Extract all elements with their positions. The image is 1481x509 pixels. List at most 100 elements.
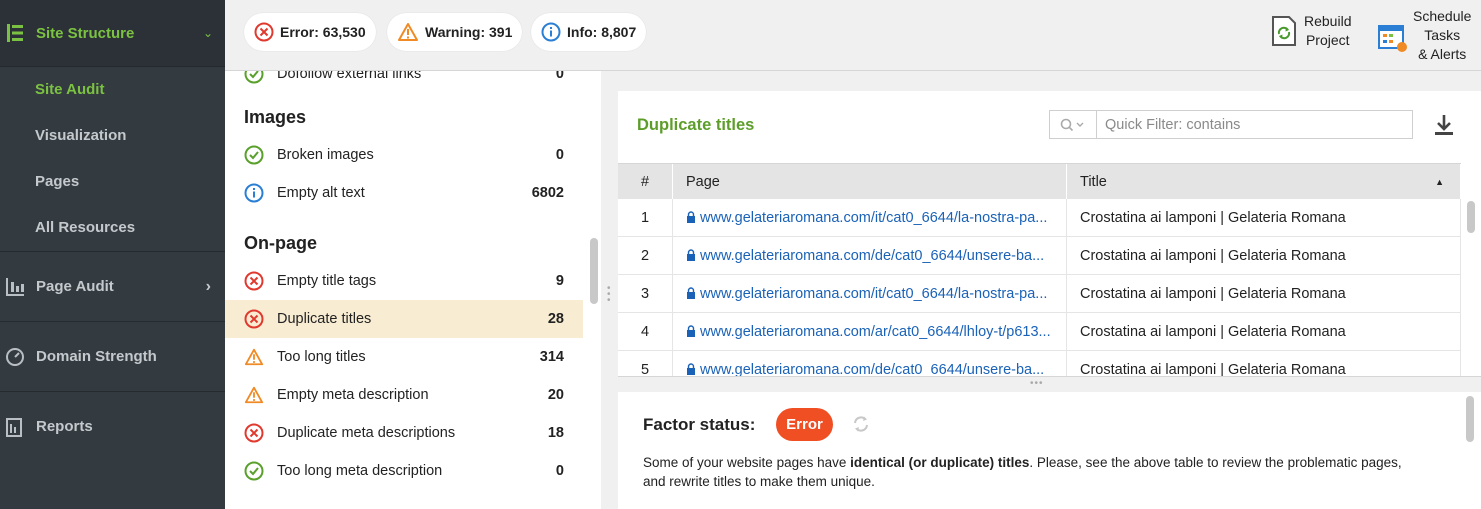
lock-icon <box>687 249 695 261</box>
sidebar-item-pages[interactable]: Pages <box>0 159 225 205</box>
factor-row-duplicate-titles[interactable]: Duplicate titles 28 <box>225 300 583 338</box>
factor-count: 28 <box>547 311 564 327</box>
page-url: www.gelateriaromana.com/it/cat0_6644/la-… <box>700 286 1048 302</box>
table-header: # Page Title ▲ <box>618 163 1461 200</box>
cell-page-link[interactable]: www.gelateriaromana.com/ar/cat0_6644/lhl… <box>673 313 1067 351</box>
cell-title: Crostatina ai lamponi | Gelateria Romana <box>1067 237 1461 275</box>
reports-icon <box>4 416 26 438</box>
factor-row-empty-alt-text[interactable]: Empty alt text 6802 <box>225 174 583 212</box>
cell-title: Crostatina ai lamponi | Gelateria Romana <box>1067 313 1461 351</box>
factor-row-too-long-meta-description[interactable]: Too long meta description 0 <box>225 452 583 490</box>
schedule-tasks-alerts-button[interactable]: Schedule Tasks & Alerts <box>1377 7 1471 64</box>
rebuild-label-line1: Rebuild <box>1304 13 1352 29</box>
schedule-label-line1: Schedule <box>1413 8 1472 24</box>
warning-triangle-icon <box>398 23 418 41</box>
factor-row-partial[interactable]: Dofollow external links 0 <box>225 71 583 93</box>
factor-status-label: Factor status: <box>643 415 756 434</box>
sidebar-item-reports[interactable]: Reports <box>0 391 225 461</box>
horizontal-splitter[interactable] <box>618 376 1481 392</box>
cell-title: Crostatina ai lamponi | Gelateria Romana <box>1067 199 1461 237</box>
factor-scroll-thumb[interactable] <box>1466 396 1474 442</box>
factor-row-empty-meta-description[interactable]: Empty meta description 20 <box>225 376 583 414</box>
desc-bold-text: identical (or duplicate) titles <box>850 455 1030 470</box>
quick-filter-input[interactable] <box>1097 111 1412 138</box>
page-url: www.gelateriaromana.com/de/cat0_6644/uns… <box>700 248 1045 264</box>
sidebar-header-label: Site Structure <box>36 24 135 42</box>
sidebar-item-domain-strength[interactable]: Domain Strength <box>0 321 225 391</box>
cell-title: Crostatina ai lamponi | Gelateria Romana <box>1067 275 1461 313</box>
column-header-page[interactable]: Page <box>673 164 1067 200</box>
info-count-badge[interactable]: Info: 8,807 <box>531 13 647 51</box>
desc-text: Some of your website pages have <box>643 455 851 470</box>
factor-count: 18 <box>547 425 564 441</box>
download-icon[interactable] <box>1432 113 1456 140</box>
factor-description: Some of your website pages have identica… <box>643 453 1423 491</box>
x-circle-icon <box>244 309 264 329</box>
warning-triangle-icon <box>244 385 264 405</box>
factor-count: 9 <box>555 273 564 289</box>
rebuild-icon <box>1272 16 1296 46</box>
factor-count: 6802 <box>531 185 564 201</box>
factor-label: Too long titles <box>277 349 366 365</box>
column-header-title-label: Title <box>1080 174 1107 190</box>
cell-title: Crostatina ai lamponi | Gelateria Romana <box>1067 351 1461 376</box>
factor-label: Duplicate meta descriptions <box>277 425 456 441</box>
info-circle-icon <box>541 22 561 42</box>
lock-icon <box>687 287 695 299</box>
column-header-title[interactable]: Title ▲ <box>1067 164 1461 200</box>
warning-count-badge[interactable]: Warning: 391 <box>387 13 523 51</box>
table-body: 1 www.gelateriaromana.com/it/cat0_6644/l… <box>618 199 1461 376</box>
cell-number: 4 <box>618 313 673 351</box>
factor-label: Empty alt text <box>277 185 365 201</box>
schedule-label-line2: Tasks <box>1424 27 1461 43</box>
factor-list-panel: Dofollow external links 0 Images Broken … <box>225 71 601 509</box>
table-row[interactable]: 3 www.gelateriaromana.com/it/cat0_6644/l… <box>618 275 1461 313</box>
detail-panel: Duplicate titles # Page Title ▲ 1 www.ge… <box>618 91 1481 376</box>
rebuild-project-button[interactable]: Rebuild Project <box>1270 12 1351 50</box>
cell-number: 5 <box>618 351 673 376</box>
table-row[interactable]: 1 www.gelateriaromana.com/it/cat0_6644/l… <box>618 199 1461 237</box>
x-circle-icon <box>244 271 264 291</box>
quick-filter <box>1049 110 1413 139</box>
factor-label: Empty title tags <box>277 273 377 289</box>
check-circle-icon <box>244 461 264 481</box>
page-url: www.gelateriaromana.com/de/cat0_6644/uns… <box>700 362 1045 376</box>
factor-row-too-long-titles[interactable]: Too long titles 314 <box>225 338 583 376</box>
sidebar-sub-menu: Site Audit Visualization Pages All Resou… <box>0 67 225 251</box>
factor-row-empty-title-tags[interactable]: Empty title tags 9 <box>225 262 583 300</box>
sidebar: Site Structure ⌄ Site Audit Visualizatio… <box>0 0 225 509</box>
top-bar: Error: 63,530 Warning: 391 Info: 8,807 R… <box>225 0 1481 71</box>
cell-page-link[interactable]: www.gelateriaromana.com/de/cat0_6644/uns… <box>673 237 1067 275</box>
error-count-badge[interactable]: Error: 63,530 <box>244 13 376 51</box>
lock-icon <box>687 363 695 375</box>
sidebar-item-site-audit[interactable]: Site Audit <box>0 67 225 113</box>
column-header-number[interactable]: # <box>618 164 673 200</box>
sidebar-item-label: Domain Strength <box>36 348 157 365</box>
table-row[interactable]: 2 www.gelateriaromana.com/de/cat0_6644/u… <box>618 237 1461 275</box>
cell-page-link[interactable]: www.gelateriaromana.com/de/cat0_6644/uns… <box>673 351 1067 376</box>
sidebar-item-all-resources[interactable]: All Resources <box>0 205 225 251</box>
warning-count-label: Warning: 391 <box>425 24 513 40</box>
search-dropdown-icon[interactable] <box>1050 111 1097 138</box>
refresh-icon[interactable] <box>851 414 871 437</box>
factor-label: Dofollow external links <box>277 71 422 82</box>
error-count-label: Error: 63,530 <box>280 24 366 40</box>
calendar-alert-icon <box>1378 24 1407 52</box>
table-scroll-thumb[interactable] <box>1467 201 1475 233</box>
table-row[interactable]: 4 www.gelateriaromana.com/ar/cat0_6644/l… <box>618 313 1461 351</box>
factor-count: 0 <box>555 463 564 479</box>
site-structure-icon <box>4 22 26 44</box>
cell-page-link[interactable]: www.gelateriaromana.com/it/cat0_6644/la-… <box>673 199 1067 237</box>
sidebar-item-page-audit[interactable]: Page Audit › <box>0 251 225 321</box>
factor-list-scroll-thumb[interactable] <box>590 238 598 304</box>
page-url: www.gelateriaromana.com/ar/cat0_6644/lhl… <box>700 324 1051 340</box>
factor-row-broken-images[interactable]: Broken images 0 <box>225 136 583 174</box>
factor-row-duplicate-meta-descriptions[interactable]: Duplicate meta descriptions 18 <box>225 414 583 452</box>
sidebar-item-label: Reports <box>36 418 93 435</box>
cell-page-link[interactable]: www.gelateriaromana.com/it/cat0_6644/la-… <box>673 275 1067 313</box>
sidebar-header-site-structure[interactable]: Site Structure ⌄ <box>0 0 225 67</box>
table-row[interactable]: 5 www.gelateriaromana.com/de/cat0_6644/u… <box>618 351 1461 376</box>
factor-label: Broken images <box>277 147 374 163</box>
lock-icon <box>687 211 695 223</box>
sidebar-item-visualization[interactable]: Visualization <box>0 113 225 159</box>
